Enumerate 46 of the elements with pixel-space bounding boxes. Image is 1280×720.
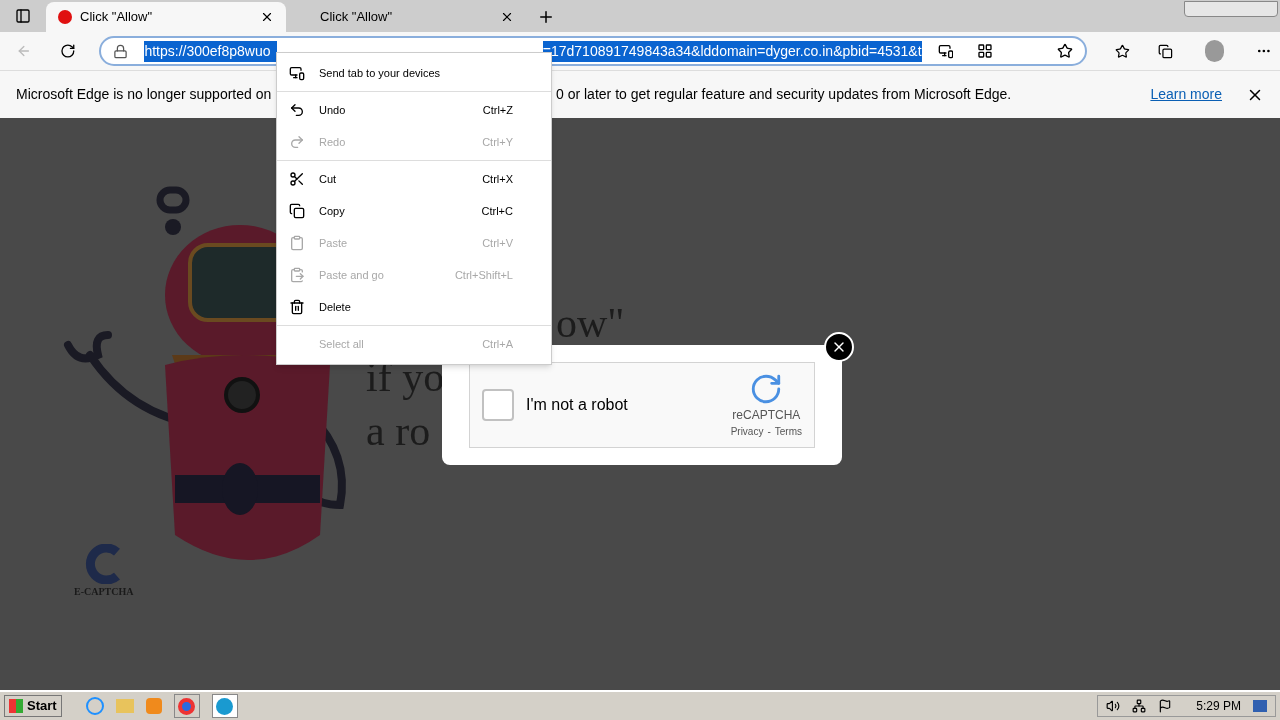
info-text: Microsoft Edge is no longer supported on (16, 85, 273, 104)
close-icon[interactable] (260, 10, 274, 24)
browser-tab[interactable]: Click "Allow" (46, 2, 286, 32)
grid-icon[interactable] (977, 43, 994, 59)
separator-text: - (767, 424, 771, 439)
learn-more-link[interactable]: Learn more (1150, 84, 1222, 105)
url-text: =17d710891749843a34&lddomain=dyger.co.in&pbid=4531&t (542, 40, 922, 62)
menu-item[interactable]: Delete (277, 291, 551, 323)
collections-icon[interactable] (1158, 42, 1174, 60)
menu-item-icon (289, 102, 305, 118)
recaptcha-brand: reCAPTCHA (732, 406, 801, 424)
flag-icon[interactable] (1158, 699, 1173, 713)
start-button[interactable]: Start (4, 695, 62, 717)
lock-icon (113, 43, 129, 59)
captcha-checkbox[interactable] (482, 389, 514, 421)
refresh-icon[interactable] (59, 42, 76, 60)
close-icon[interactable] (500, 10, 514, 24)
info-text: 0 or later to get regular feature and security updates from Microsoft Edge. (556, 85, 1012, 104)
menu-item-icon (289, 235, 305, 251)
favorites-icon[interactable] (1115, 42, 1131, 60)
menu-item-icon (289, 134, 305, 150)
menu-item-icon (289, 299, 305, 315)
menu-item-icon (289, 267, 305, 283)
windows-logo-icon (9, 699, 23, 713)
terms-link[interactable]: Terms (774, 423, 802, 439)
chrome-icon[interactable] (173, 694, 200, 718)
menu-item[interactable]: Cut Ctrl+X (277, 163, 551, 195)
favicon-icon (58, 10, 72, 24)
menu-item-icon (289, 203, 305, 219)
network-icon[interactable] (1132, 699, 1147, 713)
devices-icon[interactable] (937, 43, 954, 59)
privacy-link[interactable]: Privacy (730, 423, 764, 439)
close-button[interactable] (824, 332, 854, 362)
volume-icon[interactable] (1106, 699, 1121, 713)
menu-item[interactable]: Copy Ctrl+C (277, 195, 551, 227)
add-favorite-icon[interactable] (1057, 43, 1074, 59)
captcha-label: I'm not a robot (526, 395, 629, 415)
url-text: https://300ef8p8wuo (144, 40, 278, 62)
new-tab-icon[interactable] (537, 8, 555, 26)
menu-item-icon (289, 171, 305, 187)
menu-item-icon (289, 65, 305, 81)
menu-item[interactable]: Undo Ctrl+Z (277, 94, 551, 126)
tab-title: Click "Allow" (320, 8, 394, 27)
tab-actions-icon[interactable] (15, 8, 31, 24)
tab-title: Click "Allow" (80, 8, 154, 27)
clock-text: 5:29 PM (1196, 698, 1241, 715)
